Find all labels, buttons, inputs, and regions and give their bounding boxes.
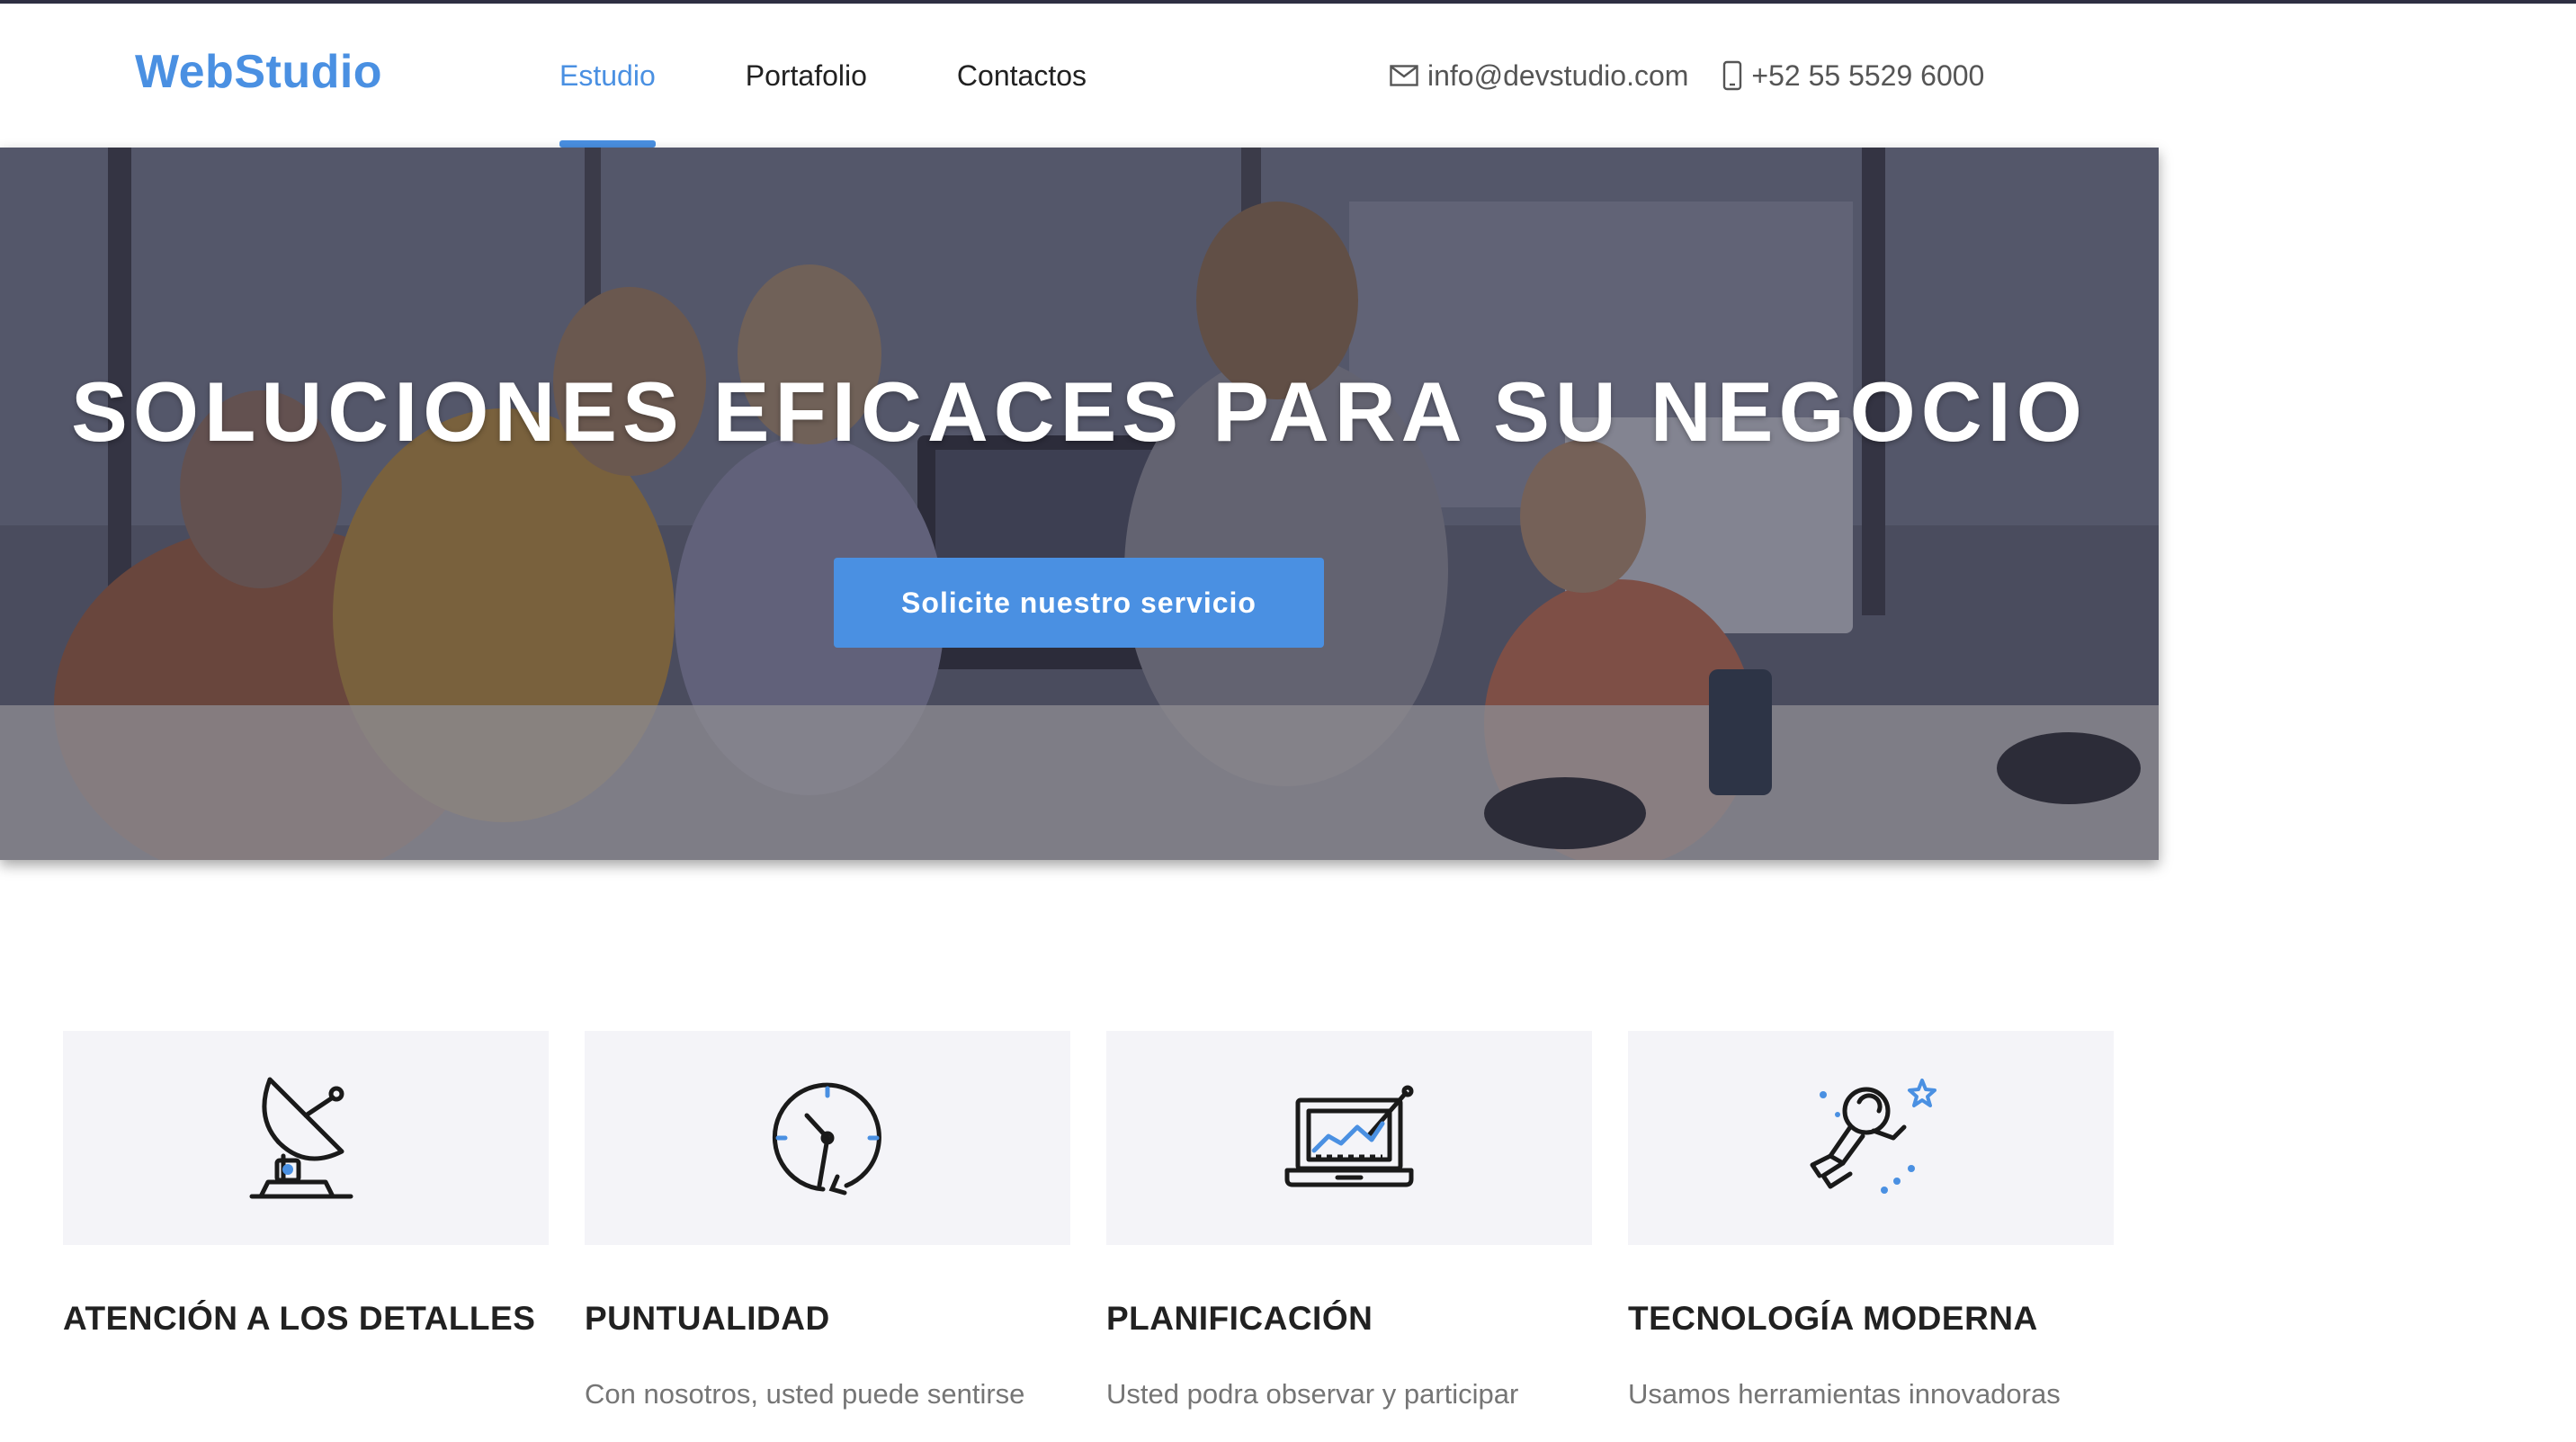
request-service-button[interactable]: Solicite nuestro servicio — [834, 558, 1324, 648]
feature-card-punctuality: PUNTUALIDAD Con nosotros, usted puede se… — [585, 1031, 1070, 1442]
feature-icon-box — [1628, 1031, 2114, 1245]
feature-card-details: ATENCIÓN A LOS DETALLES — [63, 1031, 549, 1442]
nav-item-label: Contactos — [956, 58, 1087, 92]
clock-icon — [772, 1082, 881, 1196]
site-logo[interactable]: WebStudio — [135, 45, 382, 99]
nav-item-label: Portafolio — [745, 58, 867, 92]
feature-title: PLANIFICACIÓN — [1106, 1300, 1373, 1337]
email-link[interactable]: info@devstudio.com — [1390, 59, 1688, 93]
phone-link[interactable]: +52 55 5529 6000 — [1722, 59, 1984, 93]
mail-icon — [1390, 65, 1418, 86]
feature-title: ATENCIÓN A LOS DETALLES — [63, 1300, 536, 1337]
feature-title: TECNOLOGÍA MODERNA — [1628, 1300, 2038, 1337]
hero-overlay — [0, 148, 2159, 860]
satellite-dish-icon — [249, 1077, 353, 1199]
feature-text: Con nosotros, usted puede sentirse — [585, 1378, 1025, 1410]
phone-icon — [1723, 60, 1742, 91]
feature-text: Usted podra observar y participar — [1106, 1378, 1519, 1410]
hero-section: SOLUCIONES EFICACES PARA SU NEGOCIO Soli… — [0, 148, 2159, 860]
phone-text: +52 55 5529 6000 — [1751, 58, 1985, 92]
active-nav-indicator — [559, 140, 656, 148]
feature-icon-box — [585, 1031, 1070, 1245]
email-text: info@devstudio.com — [1427, 58, 1689, 92]
hero-title: SOLUCIONES EFICACES PARA SU NEGOCIO — [71, 364, 2088, 459]
laptop-chart-icon — [1284, 1085, 1414, 1187]
astronaut-icon — [1810, 1079, 1936, 1194]
feature-icon-box — [63, 1031, 549, 1245]
header-contacts: info@devstudio.com +52 55 5529 6000 — [1390, 4, 2018, 148]
feature-icon-box — [1106, 1031, 1592, 1245]
nav-item-contactos[interactable]: Contactos — [957, 4, 1087, 148]
feature-title: PUNTUALIDAD — [585, 1300, 830, 1337]
feature-card-planning: PLANIFICACIÓN Usted podra observar y par… — [1106, 1031, 1592, 1442]
feature-text: Usamos herramientas innovadoras — [1628, 1378, 2061, 1410]
features-section: ATENCIÓN A LOS DETALLES PUNTUALIDAD Con … — [63, 1031, 2114, 1442]
nav-item-portafolio[interactable]: Portafolio — [746, 4, 867, 148]
nav-item-label: Estudio — [559, 58, 656, 92]
nav-item-estudio[interactable]: Estudio — [559, 4, 656, 148]
main-nav: Estudio Portafolio Contactos — [559, 4, 1176, 148]
site-header: WebStudio Estudio Portafolio Contactos i… — [0, 4, 2159, 148]
feature-card-technology: TECNOLOGÍA MODERNA Usamos herramientas i… — [1628, 1031, 2114, 1442]
